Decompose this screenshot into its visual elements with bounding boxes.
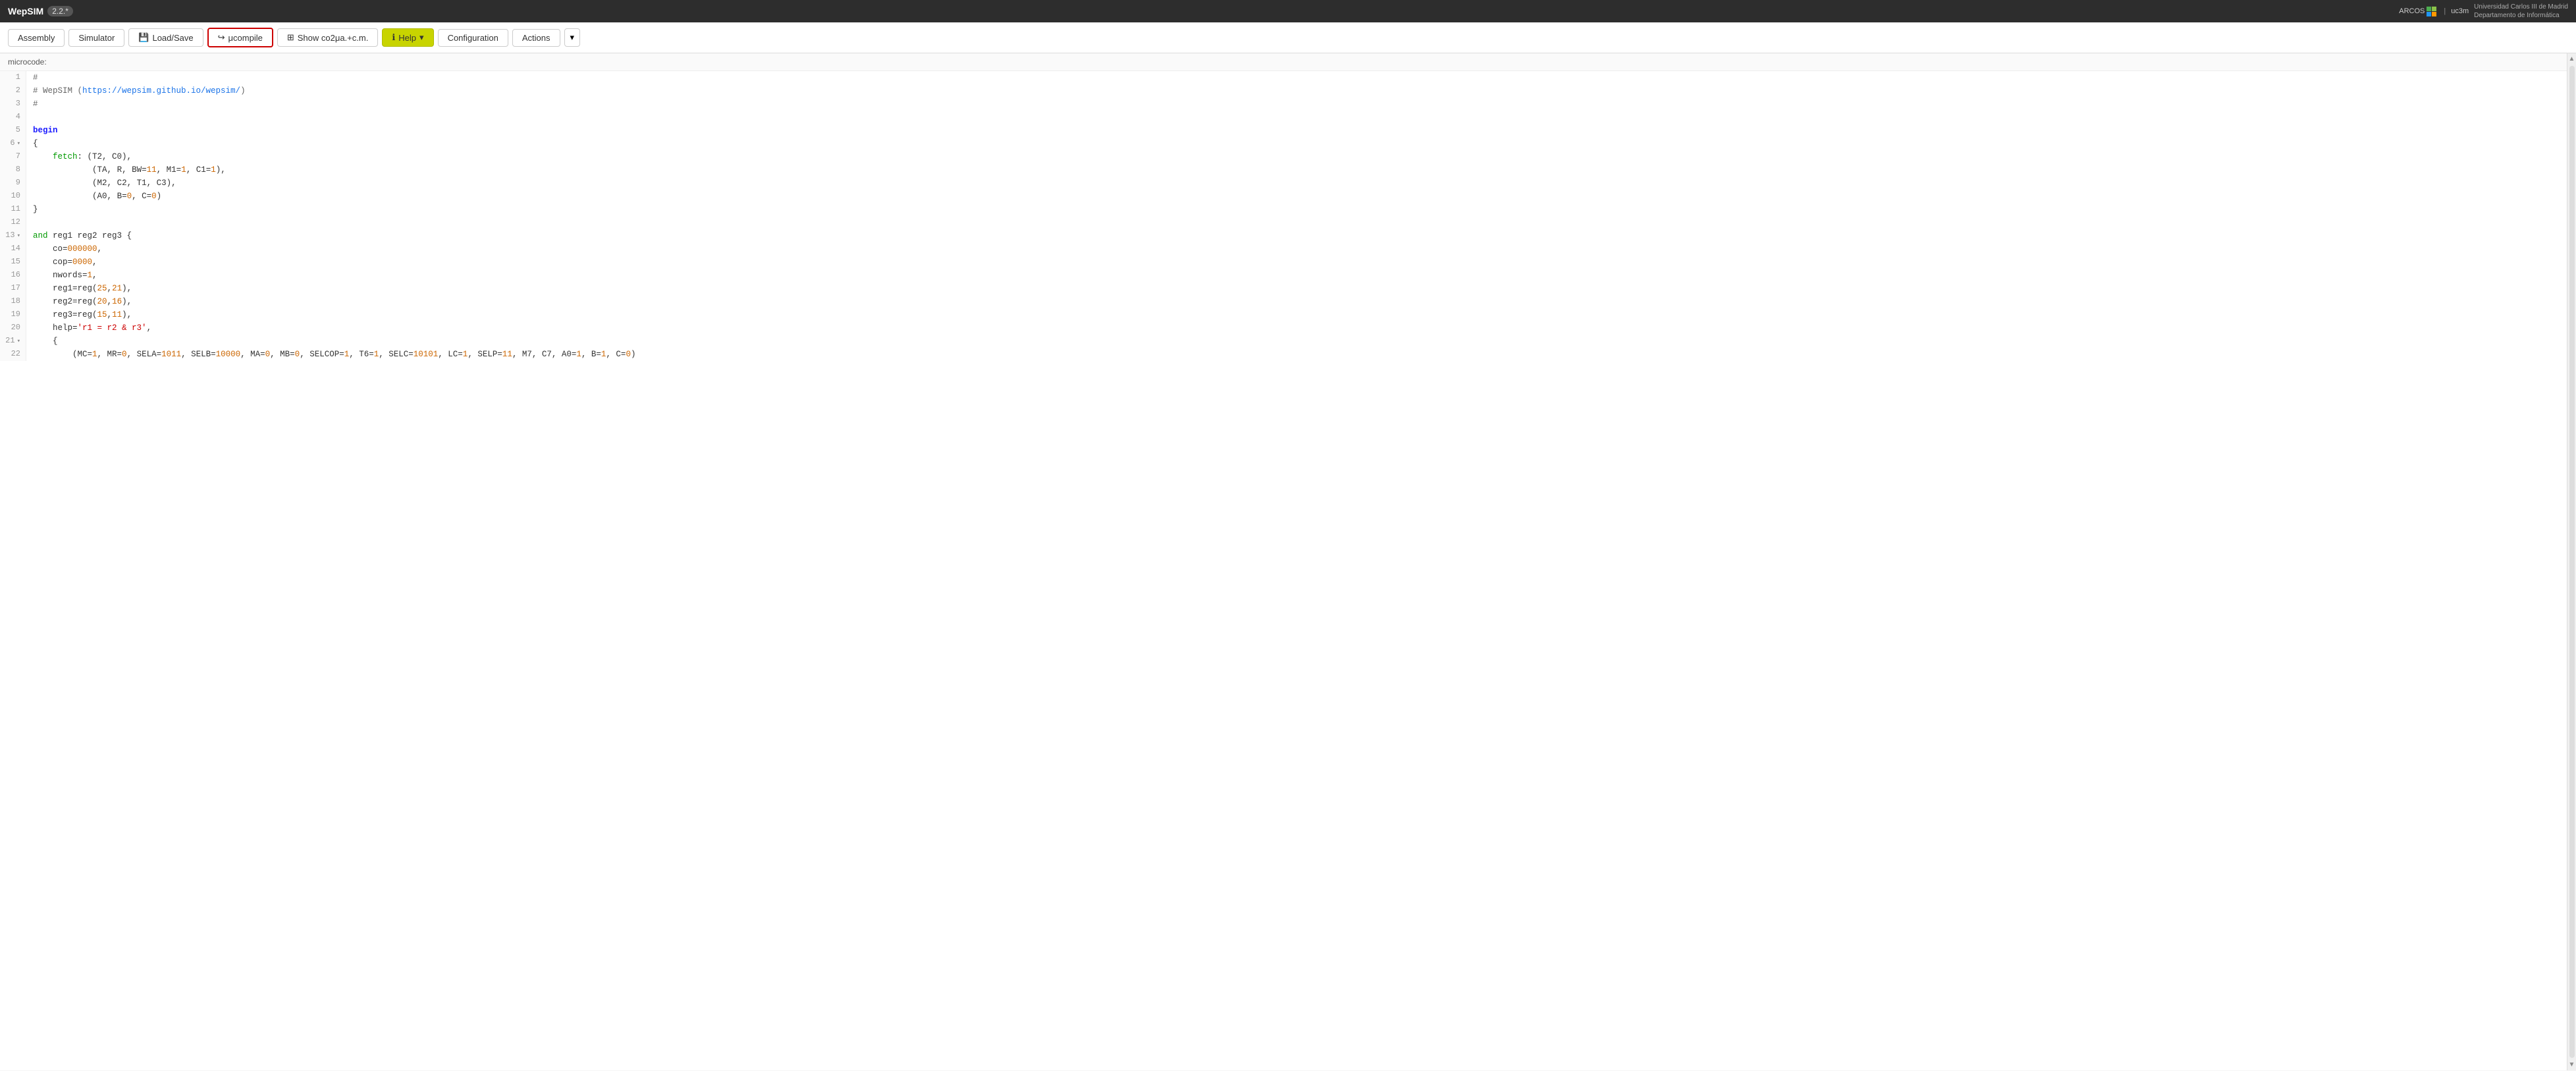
code-line-10: (A0, B=0, C=0) (33, 190, 2567, 203)
ucompile-button[interactable]: ↪ μcompile (207, 28, 273, 47)
color-sq-2 (2432, 7, 2436, 11)
code-line-21: { (33, 335, 2567, 348)
fold-arrow-21[interactable]: ▾ (17, 337, 20, 346)
topbar-left: WepSIM 2.2.* (8, 6, 73, 16)
code-line-18: reg2=reg(20,16), (33, 295, 2567, 308)
line-number-3: 3 (5, 97, 20, 111)
version-badge: 2.2.* (47, 6, 73, 16)
line-number-2: 2 (5, 84, 20, 97)
ucompile-label: μcompile (228, 33, 263, 43)
compile-icon: ↪ (218, 32, 225, 43)
loadsave-button[interactable]: 💾 Load/Save (128, 28, 203, 47)
code-line-19: reg3=reg(15,11), (33, 308, 2567, 321)
simulator-button[interactable]: Simulator (68, 29, 124, 47)
color-sq-4 (2432, 12, 2436, 16)
configuration-button[interactable]: Configuration (438, 29, 508, 47)
line-number-17: 17 (5, 282, 20, 295)
line-number-14: 14 (5, 242, 20, 256)
line-number-6: 6▾ (5, 137, 20, 150)
table-icon: ⊞ (287, 32, 294, 43)
line-number-1: 1 (5, 71, 20, 84)
topbar-right: ARCOS | uc3m Universidad Carlos III de M… (2399, 3, 2568, 20)
arcos-label: ARCOS (2399, 7, 2425, 15)
department-name: Departamento de Informática (2474, 11, 2568, 20)
code-line-2: # WepSIM (https://wepsim.github.io/wepsi… (33, 84, 2567, 97)
code-line-4 (33, 111, 2567, 124)
app-name: WepSIM (8, 6, 43, 16)
save-icon: 💾 (138, 32, 149, 43)
actions-label: Actions (522, 33, 550, 43)
topbar: WepSIM 2.2.* ARCOS | uc3m Universidad Ca… (0, 0, 2576, 22)
code-line-1: # (33, 71, 2567, 84)
show-co2-label: Show co2μa.+c.m. (298, 33, 369, 43)
toolbar: Assembly Simulator 💾 Load/Save ↪ μcompil… (0, 22, 2576, 53)
line-number-21: 21▾ (5, 335, 20, 348)
line-number-20: 20 (5, 321, 20, 335)
line-number-13: 13▾ (5, 229, 20, 242)
actions-button[interactable]: Actions (512, 29, 560, 47)
code-line-15: cop=0000, (33, 256, 2567, 269)
show-co2-button[interactable]: ⊞ Show co2μa.+c.m. (277, 28, 378, 47)
code-line-14: co=000000, (33, 242, 2567, 256)
microcode-label: microcode: (0, 53, 2567, 71)
code-line-12 (33, 216, 2567, 229)
color-squares (2427, 7, 2438, 16)
line-number-10: 10 (5, 190, 20, 203)
university-name: Universidad Carlos III de Madrid (2474, 3, 2568, 11)
help-label: Help (398, 33, 416, 43)
code-line-22: (MC=1, MR=0, SELA=1011, SELB=10000, MA=0… (33, 348, 2567, 361)
code-area: 123456▾78910111213▾1415161718192021▾22 #… (0, 71, 2567, 361)
code-line-11: } (33, 203, 2567, 216)
scroll-down-arrow[interactable]: ▼ (2567, 1059, 2576, 1070)
line-number-8: 8 (5, 163, 20, 177)
line-numbers: 123456▾78910111213▾1415161718192021▾22 (0, 71, 26, 361)
loadsave-label: Load/Save (152, 33, 193, 43)
line-number-5: 5 (5, 124, 20, 137)
actions-dropdown-button[interactable]: ▾ (564, 28, 581, 47)
fold-arrow-13[interactable]: ▾ (17, 231, 20, 240)
help-button[interactable]: ℹ Help ▾ (382, 28, 433, 47)
line-number-22: 22 (5, 348, 20, 361)
line-number-19: 19 (5, 308, 20, 321)
arcos-logo: ARCOS (2399, 7, 2438, 16)
separator: | (2444, 7, 2446, 15)
color-sq-1 (2427, 7, 2431, 11)
uc3m-label: uc3m (2451, 7, 2469, 15)
line-number-18: 18 (5, 295, 20, 308)
line-number-11: 11 (5, 203, 20, 216)
university-info: Universidad Carlos III de Madrid Departa… (2474, 3, 2568, 20)
code-line-3: # (33, 97, 2567, 111)
line-number-9: 9 (5, 177, 20, 190)
help-dropdown-icon: ▾ (419, 32, 424, 43)
line-number-7: 7 (5, 150, 20, 163)
code-line-13: and reg1 reg2 reg3 { (33, 229, 2567, 242)
help-icon: ℹ (392, 32, 395, 43)
line-number-12: 12 (5, 216, 20, 229)
line-number-16: 16 (5, 269, 20, 282)
line-number-4: 4 (5, 111, 20, 124)
code-line-20: help='r1 = r2 & r3', (33, 321, 2567, 335)
uc3m-code: uc3m (2451, 7, 2469, 15)
code-line-17: reg1=reg(25,21), (33, 282, 2567, 295)
scrollbar[interactable]: ▲ ▼ (2567, 53, 2576, 1070)
code-line-6: { (33, 137, 2567, 150)
editor[interactable]: microcode: 123456▾78910111213▾1415161718… (0, 53, 2567, 1070)
line-number-15: 15 (5, 256, 20, 269)
code-line-9: (M2, C2, T1, C3), (33, 177, 2567, 190)
code-line-5: begin (33, 124, 2567, 137)
fold-arrow-6[interactable]: ▾ (17, 139, 20, 148)
assembly-button[interactable]: Assembly (8, 29, 65, 47)
scroll-up-arrow[interactable]: ▲ (2567, 53, 2576, 65)
code-lines[interactable]: ## WepSIM (https://wepsim.github.io/weps… (26, 71, 2567, 361)
code-line-16: nwords=1, (33, 269, 2567, 282)
color-sq-3 (2427, 12, 2431, 16)
code-line-7: fetch: (T2, C0), (33, 150, 2567, 163)
code-line-8: (TA, R, BW=11, M1=1, C1=1), (33, 163, 2567, 177)
uc3m-info: uc3m (2451, 7, 2469, 15)
main-area: microcode: 123456▾78910111213▾1415161718… (0, 53, 2576, 1070)
